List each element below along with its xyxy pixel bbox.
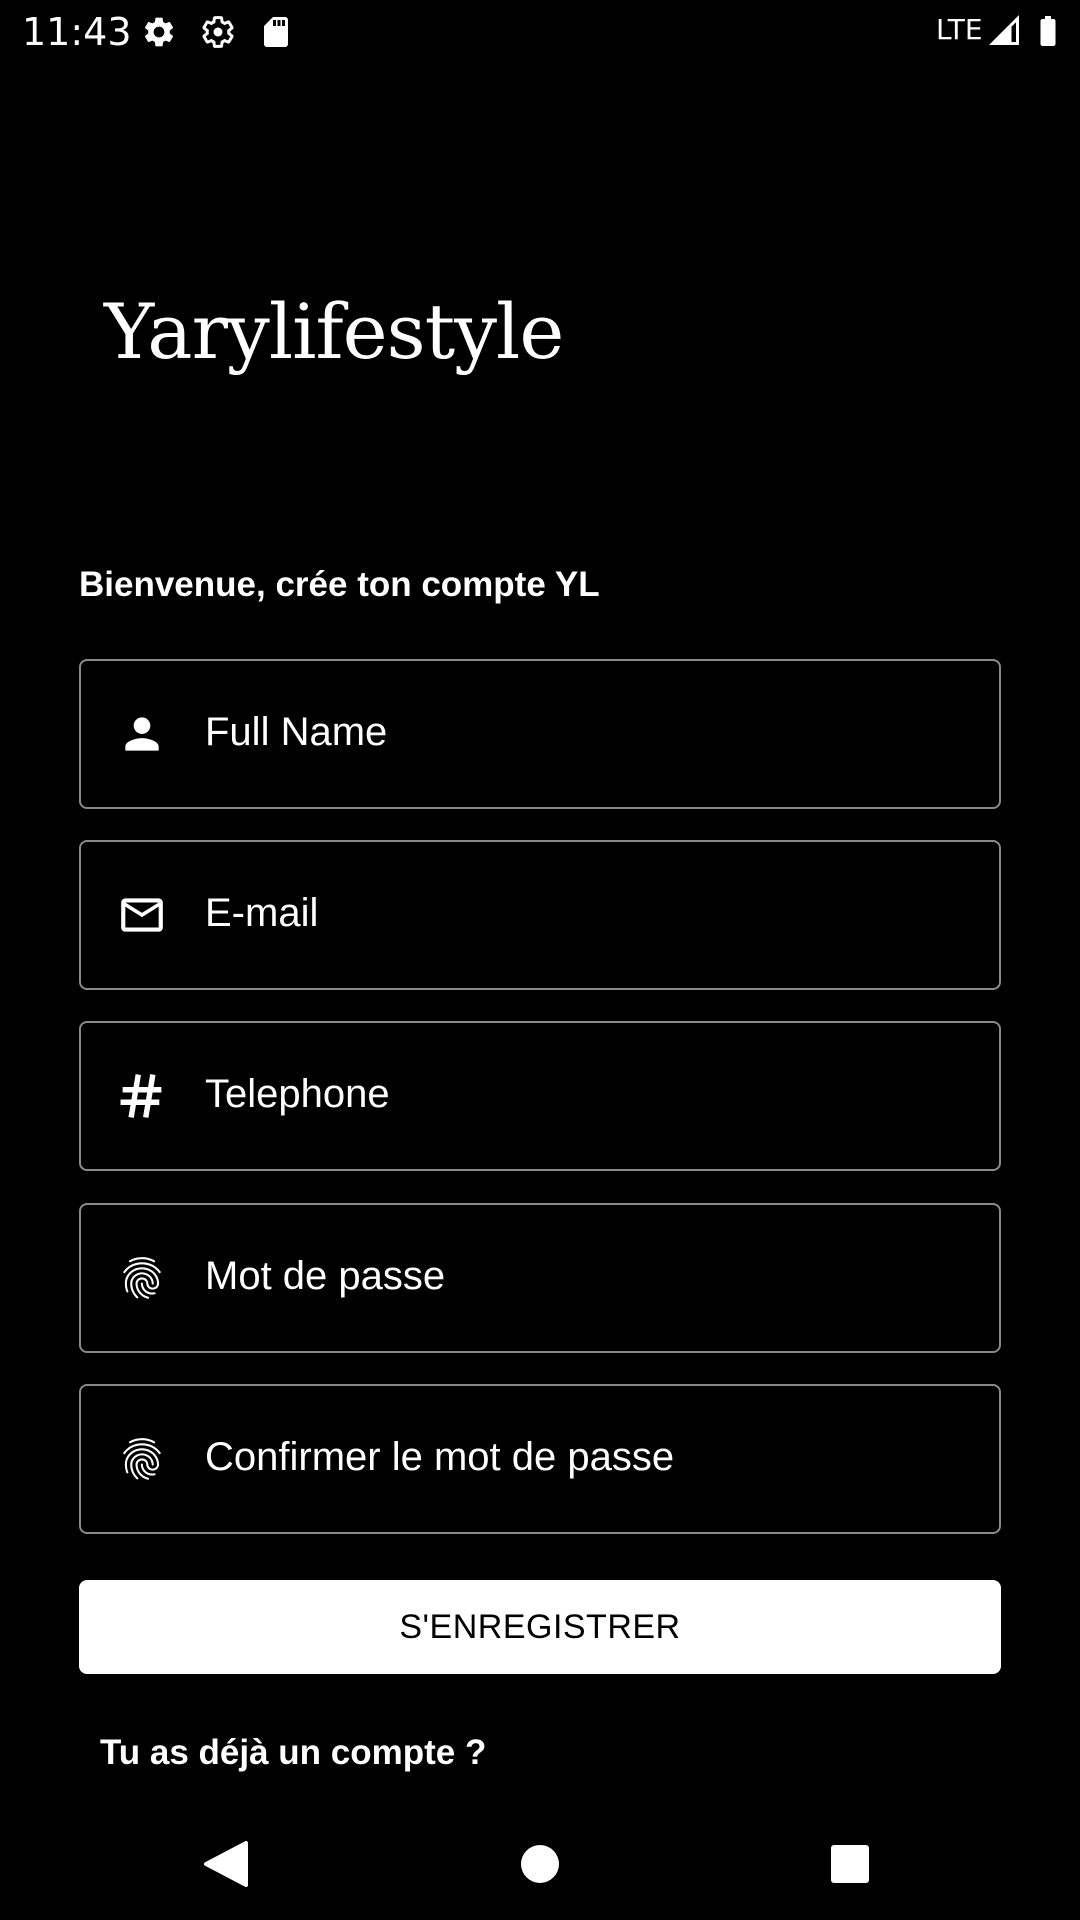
welcome-heading: Bienvenue, crée ton compte YL [79,565,600,604]
signal-icon [986,12,1022,48]
email-field[interactable] [79,840,1001,990]
register-button[interactable]: S'ENREGISTRER [79,1580,1001,1674]
full-name-input[interactable] [205,661,975,807]
gear-icon [141,14,177,50]
brand-logo: Yarylifestyle [104,287,564,376]
sd-card-icon [258,14,294,50]
system-nav-bar [0,1808,1080,1920]
recents-square-icon[interactable] [818,1832,882,1896]
battery-icon [1030,12,1066,48]
password-field[interactable] [79,1203,1001,1353]
network-type: LTE [936,13,983,46]
fingerprint-icon [117,1253,167,1303]
status-time: 11:43 [22,10,132,54]
status-bar: 11:43 LTE [0,0,1080,64]
hash-icon [117,1071,167,1121]
telephone-input[interactable] [205,1023,975,1169]
person-icon [117,709,167,759]
email-input[interactable] [205,842,975,988]
telephone-field[interactable] [79,1021,1001,1171]
full-name-field[interactable] [79,659,1001,809]
mail-icon [117,890,167,940]
confirm-password-input[interactable] [205,1386,975,1532]
fingerprint-icon [117,1434,167,1484]
password-input[interactable] [205,1205,975,1351]
confirm-password-field[interactable] [79,1384,1001,1534]
home-circle-icon[interactable] [508,1832,572,1896]
back-triangle-icon[interactable] [194,1832,258,1896]
login-link[interactable]: Tu as déjà un compte ? [100,1728,486,1778]
gear-icon [200,14,236,50]
